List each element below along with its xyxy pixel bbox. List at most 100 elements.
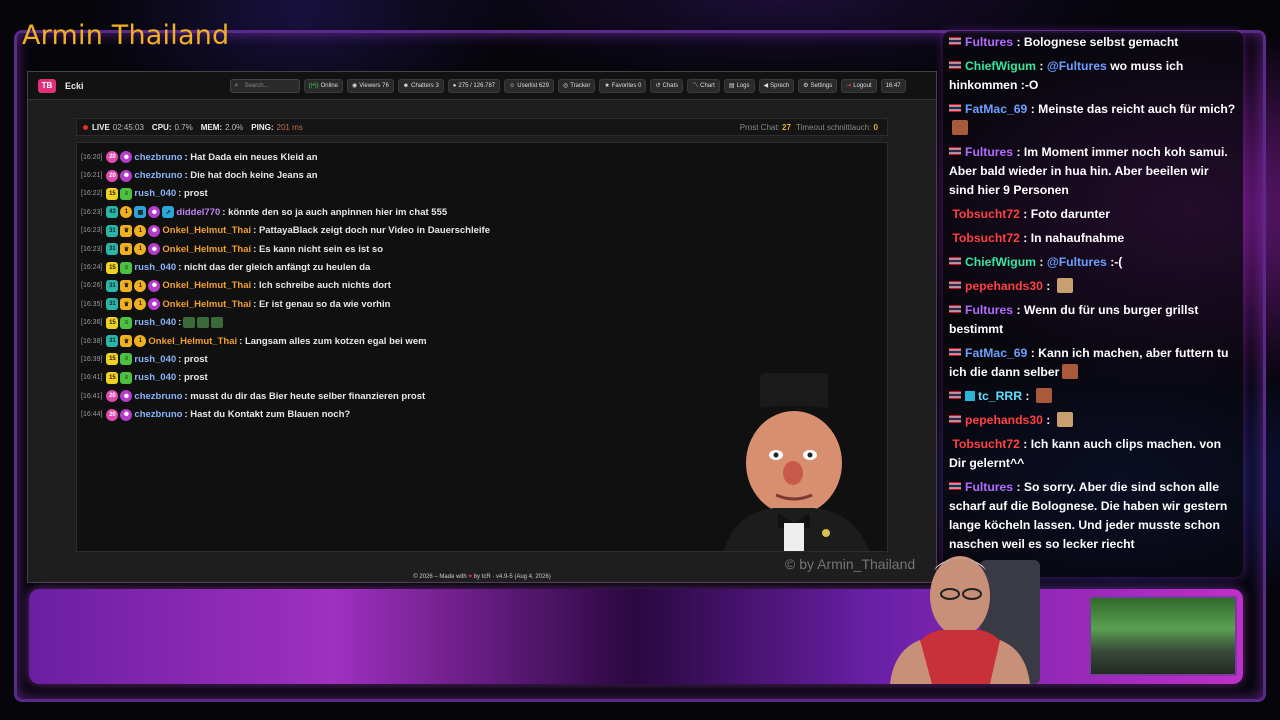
timestamp: [16:23] bbox=[81, 208, 103, 216]
gear-icon: ⚙ bbox=[803, 82, 809, 89]
chat-message: [16:39] 15 ≡ rush_040: prost bbox=[81, 353, 208, 366]
eye-icon: ◉ bbox=[351, 82, 358, 89]
chart-icon: 〽 bbox=[692, 82, 699, 89]
chat-username[interactable]: chezbruno bbox=[134, 170, 182, 181]
side-chat-message: pepehands30 : bbox=[943, 275, 1243, 299]
search-input[interactable]: Search... bbox=[229, 78, 300, 93]
tracker-button[interactable]: ◎ Tracker bbox=[557, 78, 596, 93]
sprech-button[interactable]: ◀ Sprech bbox=[758, 78, 795, 93]
logout-label: Logout bbox=[853, 82, 872, 89]
logout-icon: ⇥ bbox=[846, 82, 852, 89]
favorites-label: Favorites 0 bbox=[611, 82, 642, 89]
viewers-button[interactable]: ◉ Viewers 76 bbox=[346, 78, 394, 93]
emote-icon bbox=[211, 317, 224, 329]
chat-username[interactable]: Onkel_Helmut_Thai bbox=[162, 244, 251, 255]
online-button[interactable]: ((•)) Online bbox=[303, 78, 343, 93]
badge-icon: 1 bbox=[134, 279, 147, 292]
app-logo[interactable]: TB bbox=[38, 78, 56, 93]
side-chat-text: Meinste das reicht auch für mich? bbox=[1038, 102, 1236, 116]
thai-flag-icon bbox=[949, 391, 961, 399]
chat-log-panel[interactable]: [16:20] 20 ✺ chezbruno: Hat Dada ein neues … bbox=[76, 142, 888, 552]
chat-text: Er ist genau so da wie vorhin bbox=[258, 298, 391, 310]
footer-prefix: © 2026 – Made with bbox=[413, 574, 467, 580]
brand-name[interactable]: Ecki bbox=[65, 81, 84, 91]
chat-username[interactable]: diddel770 bbox=[176, 207, 220, 218]
settings-button[interactable]: ⚙ Settings bbox=[798, 78, 838, 93]
badge-icon: 31 bbox=[106, 224, 119, 237]
chat-username[interactable]: Onkel_Helmut_Thai bbox=[162, 299, 251, 310]
badge-icon: 1 bbox=[134, 298, 147, 311]
logout-button[interactable]: ⇥ Logout bbox=[841, 78, 877, 93]
emote-icon bbox=[1056, 412, 1073, 427]
chat-message: [16:22] 15 ≡ rush_040: prost bbox=[81, 187, 208, 200]
side-chat-message: FatMac_69 : Kann ich machen, aber futter… bbox=[949, 346, 1229, 379]
chat-message: [16:26] 31 ♛ 1 ✺ Onkel_Helmut_Thai: Ich schre… bbox=[81, 279, 391, 292]
footer-suffix: by tcR · v4.9-5 (Aug 4, 2026) bbox=[473, 574, 551, 580]
side-chat-message: Fultures : Im Moment immer noch koh samu… bbox=[949, 145, 1228, 197]
timestamp: [16:24] bbox=[81, 264, 103, 272]
timeout-label: Timeout schnittlauch: bbox=[796, 122, 872, 132]
logs-button[interactable]: ▤ Logs bbox=[723, 78, 755, 93]
chat-username[interactable]: rush_040 bbox=[134, 317, 176, 328]
badge-icon: ≡ bbox=[120, 353, 133, 366]
timestamp: [16:41] bbox=[81, 374, 103, 382]
userlist-button[interactable]: ☺ Userlist 629 bbox=[504, 78, 554, 93]
side-chat-username: ChiefWigum bbox=[965, 255, 1036, 269]
chat-text: PattayaBlack zeigt doch nur Video in Dau… bbox=[258, 225, 490, 237]
chat-message: [16:35] 31 ♛ 1 ✺ Onkel_Helmut_Thai: Er ist ge… bbox=[81, 298, 391, 311]
status-bar: LIVE 02:45:03 CPU: 0.7% MEM: 2.0% PING: … bbox=[76, 118, 888, 136]
mention: @Fultures bbox=[1046, 255, 1107, 269]
badge-icon: 43 bbox=[106, 206, 119, 219]
side-chat-text: In nahaufnahme bbox=[1030, 231, 1125, 245]
comment-icon: ● bbox=[452, 82, 457, 89]
chat-username[interactable]: chezbruno bbox=[134, 152, 182, 163]
badge-icon: ▦ bbox=[134, 206, 147, 219]
heart-icon: ♥ bbox=[468, 574, 472, 580]
counters: Prost Chat: 27 Timeout schnittlauch: 0 bbox=[740, 123, 881, 132]
file-icon: ▤ bbox=[728, 82, 735, 89]
chart-button[interactable]: 〽 Chart bbox=[687, 78, 720, 93]
history-icon: ↺ bbox=[655, 82, 661, 89]
chat-username[interactable]: rush_040 bbox=[134, 372, 176, 383]
chat-username[interactable]: rush_040 bbox=[134, 262, 176, 273]
side-chat-username: Fultures bbox=[965, 145, 1014, 159]
thai-flag-icon bbox=[949, 415, 961, 423]
badge-icon: ✺ bbox=[148, 224, 161, 237]
chat-text: prost bbox=[183, 188, 208, 200]
badge-icon: 15 bbox=[106, 187, 119, 200]
badge-icon: ✺ bbox=[120, 390, 133, 403]
badge-icon: ≡ bbox=[120, 261, 133, 274]
side-chat-username: FatMac_69 bbox=[965, 102, 1028, 116]
badge-icon: 20 bbox=[106, 151, 119, 164]
chat-username[interactable]: chezbruno bbox=[134, 391, 182, 402]
chats-button[interactable]: ↺ Chats bbox=[650, 78, 684, 93]
thai-flag-icon bbox=[949, 348, 961, 356]
timestamp: [16:44] bbox=[81, 411, 103, 419]
cpu-value: 0.7% bbox=[174, 122, 193, 132]
chat-username[interactable]: rush_040 bbox=[134, 354, 176, 365]
badge-icon: 31 bbox=[106, 243, 119, 256]
garden-camera bbox=[1089, 596, 1237, 676]
chat-username[interactable]: Onkel_Helmut_Thai bbox=[148, 336, 237, 347]
timestamp: [16:38] bbox=[81, 337, 103, 345]
timestamp: [16:39] bbox=[81, 355, 103, 363]
side-chat-username: tc_RRR bbox=[978, 389, 1023, 403]
side-chat-message: Tobsucht72 : In nahaufnahme bbox=[952, 231, 1125, 245]
chat-username[interactable]: chezbruno bbox=[134, 409, 182, 420]
badge-icon: ✺ bbox=[120, 169, 133, 182]
chat-text: musst du dir das Bier heute selber finan… bbox=[190, 390, 426, 402]
chat-username[interactable]: Onkel_Helmut_Thai bbox=[162, 280, 251, 291]
timestamp: [16:23] bbox=[81, 245, 103, 253]
chatters-button[interactable]: ☻ Chatters 3 bbox=[397, 78, 444, 93]
side-chat-username: Fultures bbox=[965, 35, 1014, 49]
favorites-button[interactable]: ★ Favorites 0 bbox=[599, 78, 647, 93]
thai-flag-icon bbox=[949, 61, 961, 69]
bottom-banner bbox=[29, 589, 1243, 684]
badge-icon: 1 bbox=[134, 243, 147, 256]
users-icon: ☻ bbox=[402, 82, 410, 89]
footer: © 2026 – Made with ♥ by tcR · v4.9-5 (Au… bbox=[28, 574, 936, 580]
messages-button[interactable]: ● 275 / 126.787 bbox=[447, 78, 501, 93]
chat-username[interactable]: rush_040 bbox=[134, 188, 176, 199]
chat-username[interactable]: Onkel_Helmut_Thai bbox=[162, 225, 251, 236]
streamer-webcam bbox=[890, 556, 1040, 684]
